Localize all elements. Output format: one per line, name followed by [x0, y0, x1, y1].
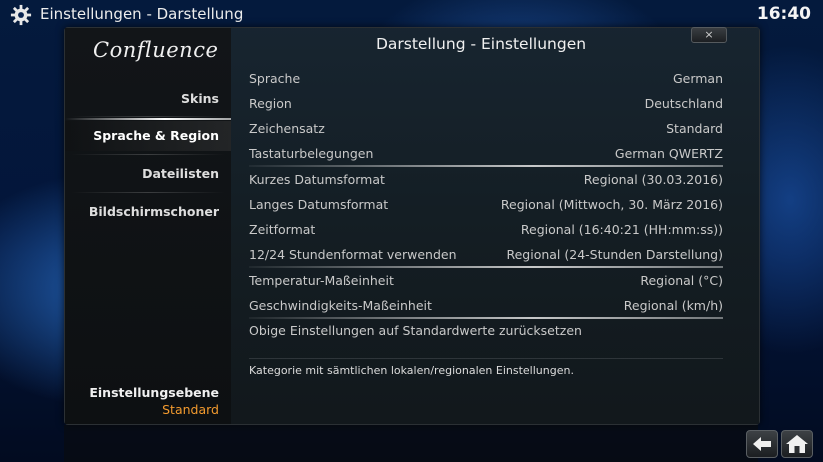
sidebar-divider	[71, 154, 225, 155]
setting-row-kurzes-datumsformat[interactable]: Kurzes Datumsformat Regional (30.03.2016…	[249, 167, 723, 192]
setting-label: Zeitformat	[249, 222, 316, 237]
setting-row-langes-datumsformat[interactable]: Langes Datumsformat Regional (Mittwoch, …	[249, 192, 723, 217]
setting-value: Regional (km/h)	[623, 298, 723, 313]
bottom-bar	[64, 425, 758, 462]
back-arrow-icon	[753, 437, 771, 451]
setting-value: German QWERTZ	[614, 146, 723, 161]
setting-value: Regional (24-Stunden Darstellung)	[506, 247, 723, 262]
reset-label: Obige Einstellungen auf Standardwerte zu…	[249, 323, 582, 338]
setting-label: Tastaturbelegungen	[249, 146, 374, 161]
setting-row-stundenformat[interactable]: 12/24 Stundenformat verwenden Regional (…	[249, 242, 723, 268]
setting-value: Standard	[666, 121, 723, 136]
top-bar: Einstellungen - Darstellung 16:40	[0, 0, 823, 30]
close-button[interactable]: ×	[691, 27, 727, 43]
setting-row-temperatur[interactable]: Temperatur-Maßeinheit Regional (°C)	[249, 268, 723, 293]
sidebar-divider	[71, 116, 225, 117]
sidebar-item-skins[interactable]: Skins	[65, 84, 231, 114]
setting-row-sprache[interactable]: Sprache German	[249, 66, 723, 91]
setting-value: German	[672, 71, 723, 86]
setting-value: Regional (30.03.2016)	[583, 172, 723, 187]
setting-label: 12/24 Stundenformat verwenden	[249, 247, 457, 262]
description-divider	[249, 358, 723, 359]
setting-value: Regional (16:40:21 (HH:mm:ss))	[520, 222, 723, 237]
settings-level-value[interactable]: Standard	[162, 402, 219, 417]
setting-row-tastaturbelegungen[interactable]: Tastaturbelegungen German QWERTZ	[249, 141, 723, 167]
sidebar-divider	[71, 192, 225, 193]
gear-icon	[10, 4, 32, 26]
setting-label: Kurzes Datumsformat	[249, 172, 385, 187]
setting-row-geschwindigkeit[interactable]: Geschwindigkeits-Maßeinheit Regional (km…	[249, 293, 723, 319]
setting-row-zeitformat[interactable]: Zeitformat Regional (16:40:21 (HH:mm:ss)…	[249, 217, 723, 242]
setting-row-region[interactable]: Region Deutschland	[249, 91, 723, 116]
setting-label: Geschwindigkeits-Maßeinheit	[249, 298, 432, 313]
home-button[interactable]	[781, 430, 813, 458]
confluence-logo: Confluence	[93, 38, 219, 62]
home-icon	[786, 435, 808, 453]
sidebar-item-dateilisten[interactable]: Dateilisten	[65, 159, 231, 189]
setting-value: Regional (Mittwoch, 30. März 2016)	[500, 197, 723, 212]
setting-value: Regional (°C)	[640, 273, 723, 288]
setting-label: Langes Datumsformat	[249, 197, 389, 212]
setting-row-zeichensatz[interactable]: Zeichensatz Standard	[249, 116, 723, 141]
setting-label: Region	[249, 96, 292, 111]
settings-content: Darstellung - Einstellungen × Sprache Ge…	[231, 27, 759, 424]
back-button[interactable]	[746, 430, 778, 458]
sidebar: Confluence Skins Sprache & Region Dateil…	[65, 28, 231, 424]
page-title: Darstellung - Einstellungen	[375, 35, 587, 53]
window-title: Einstellungen - Darstellung	[40, 5, 244, 23]
sidebar-item-bildschirmschoner[interactable]: Bildschirmschoner	[65, 197, 231, 227]
reset-defaults-button[interactable]: Obige Einstellungen auf Standardwerte zu…	[249, 318, 723, 343]
settings-level-label[interactable]: Einstellungsebene	[89, 385, 219, 400]
clock: 16:40	[756, 4, 811, 24]
settings-panel: Confluence Skins Sprache & Region Dateil…	[64, 27, 760, 425]
category-description: Kategorie mit sämtlichen lokalen/regiona…	[249, 364, 574, 377]
setting-label: Sprache	[249, 71, 301, 86]
setting-value: Deutschland	[644, 96, 723, 111]
sidebar-item-sprache-region[interactable]: Sprache & Region	[65, 118, 231, 151]
setting-label: Temperatur-Maßeinheit	[249, 273, 394, 288]
setting-label: Zeichensatz	[249, 121, 325, 136]
